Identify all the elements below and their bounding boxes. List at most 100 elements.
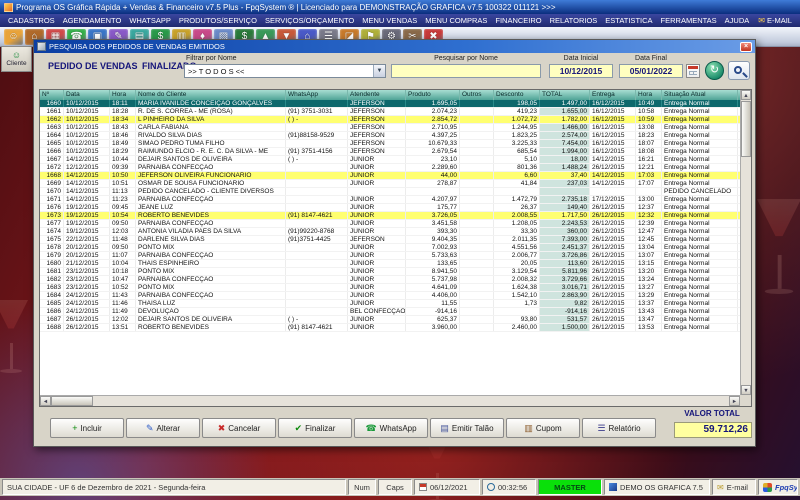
table-row[interactable]: 1682 23/12/2015 10:47 PARNAIBA CONFECÇÃO JUN…: [40, 276, 740, 284]
cell: 1669: [40, 180, 64, 187]
table-row[interactable]: 1665 10/12/2015 18:49 SIMÃO PEDRO TUMA FILH…: [40, 140, 740, 148]
menu-item-cadastros[interactable]: CADASTROS: [4, 16, 59, 25]
search-input[interactable]: [391, 64, 541, 78]
cell: Entrega Normal: [662, 156, 738, 163]
table-row[interactable]: 1688 26/12/2015 13:51 ROBERTO BENEVIDES (91)…: [40, 324, 740, 332]
cell: 10:47: [110, 276, 136, 283]
date-start-field[interactable]: [549, 64, 613, 78]
cell: 13:07: [636, 252, 662, 259]
cell: 2.008,32: [494, 276, 540, 283]
cell: 10:49: [636, 100, 662, 107]
date-end-field[interactable]: [619, 64, 683, 78]
status-email[interactable]: ✉ E-mail: [712, 479, 756, 495]
table-row[interactable]: 1673 19/12/2015 10:54 ROBERTO BENEVIDES (91)…: [40, 212, 740, 220]
scroll-up-icon[interactable]: ▲: [741, 90, 751, 100]
table-row[interactable]: 1681 23/12/2015 10:18 PONTO MIX JUNIOR 8.941,…: [40, 268, 740, 276]
cell: [590, 188, 636, 195]
table-row[interactable]: 1678 20/12/2015 09:50 PONTO MIX JUNIOR 7.002,…: [40, 244, 740, 252]
cell: JUNIOR: [348, 172, 406, 179]
table-row[interactable]: 1679 20/12/2015 11:07 PARNAIBA CONFECÇÃO JUN…: [40, 252, 740, 260]
alterar-button[interactable]: ✎ Alterar: [126, 418, 200, 438]
menu-item-servi-os-or-amento[interactable]: SERVIÇOS/ORÇAMENTO: [261, 16, 358, 25]
button-label: Emitir Talão: [451, 423, 494, 433]
cell: 2.008,55: [494, 212, 540, 219]
menu-item-estatistica[interactable]: ESTATISTICA: [601, 16, 656, 25]
cell: 12:02: [110, 316, 136, 323]
table-row[interactable]: 1676 19/12/2015 09:45 JEANE LUZ JUNIOR 175,77…: [40, 204, 740, 212]
chevron-down-icon[interactable]: ▼: [373, 65, 385, 77]
menu-item-menu-compras[interactable]: MENU COMPRAS: [421, 16, 491, 25]
table-row[interactable]: 1675 22/12/2015 11:48 DARLENE SILVA DIAS (91…: [40, 236, 740, 244]
vertical-scrollbar-thumb[interactable]: [741, 101, 751, 157]
table-row[interactable]: 1671 14/12/2015 11:23 PARNAIBA CONFECÇÃO JUN…: [40, 196, 740, 204]
incluir-button[interactable]: + Incluir: [50, 418, 124, 438]
table-row[interactable]: 1684 24/12/2015 11:43 PARNAIBA CONFECÇÃO JUN…: [40, 292, 740, 300]
table-row[interactable]: 1662 10/12/2015 18:34 L PINHEIRO DA SILVA( …: [40, 116, 740, 124]
cell: 13:37: [636, 300, 662, 307]
cell: 531,57: [540, 316, 590, 323]
cell: Entrega Normal: [662, 100, 738, 107]
table-row[interactable]: 1672 12/12/2015 09:39 PARNAIBA CONFECÇÃO JUN…: [40, 164, 740, 172]
cell: PONTO MIX: [136, 284, 286, 291]
vertical-scrollbar[interactable]: ▲ ▼: [740, 90, 751, 395]
cell: [286, 308, 348, 315]
menu-item-agendamento[interactable]: AGENDAMENTO: [59, 16, 126, 25]
clientes-icon[interactable]: ☺: [4, 28, 23, 45]
horizontal-scrollbar-thumb[interactable]: [51, 396, 93, 406]
menu-item-financeiro[interactable]: FINANCEIRO: [491, 16, 545, 25]
finalizar-button[interactable]: ✔ Finalizar: [278, 418, 352, 438]
whatsapp-button[interactable]: ☎ WhatsApp: [354, 418, 428, 438]
table-row[interactable]: 1683 23/12/2015 10:52 PONTO MIX JUNIOR 4.641,…: [40, 284, 740, 292]
table-row[interactable]: 1680 21/12/2015 10:04 THAIS ESPINHEIRO JUNIO…: [40, 260, 740, 268]
table-row[interactable]: 1668 14/12/2015 10:50 JEFERSON OLIVEIRA FUN…: [40, 172, 740, 180]
table-row[interactable]: 1686 24/12/2015 11:49 DEVOLUÇÃO BEL CONFECÇÃ…: [40, 308, 740, 316]
menu-item-email[interactable]: ✉ E-MAIL: [753, 16, 797, 25]
cell: 18:07: [636, 140, 662, 147]
table-row[interactable]: 1677 19/12/2015 09:50 PARNAIBA CONFECÇÃO JUN…: [40, 220, 740, 228]
sidebar-item-cliente[interactable]: ☺ Cliente: [1, 46, 32, 72]
relatorio-button[interactable]: ☰ Relatório: [582, 418, 656, 438]
cupom-button[interactable]: ▥ Cupom: [506, 418, 580, 438]
table-row[interactable]: 1669 14/12/2015 10:51 OSMAR DE SOUSA FUNCIO…: [40, 180, 740, 188]
cell: 26/12/2015: [590, 244, 636, 251]
cell: 1665: [40, 140, 64, 147]
refresh-button[interactable]: ↻: [705, 61, 724, 80]
filter-dropdown[interactable]: >> T O D O S << ▼: [184, 64, 386, 78]
scroll-down-icon[interactable]: ▼: [741, 385, 751, 395]
status-num-lock: Num: [348, 479, 376, 495]
scroll-left-icon[interactable]: ◄: [40, 396, 51, 406]
cell: Entrega Normal: [662, 316, 738, 323]
search-button[interactable]: [728, 61, 750, 80]
menu-item-menu-vendas[interactable]: MENU VENDAS: [358, 16, 421, 25]
cell: Entrega Normal: [662, 108, 738, 115]
table-row[interactable]: 1685 24/12/2015 11:46 THAISA LUZ JUNIOR 11,55…: [40, 300, 740, 308]
horizontal-scrollbar[interactable]: ◄ ►: [40, 395, 740, 406]
cell: 17/12/2015: [590, 196, 636, 203]
table-row[interactable]: 1674 19/12/2015 12:03 ANTONIA VILADIA PAES …: [40, 228, 740, 236]
menu-item-whatsapp[interactable]: WHATSAPP: [125, 16, 175, 25]
table-row[interactable]: 1666 10/12/2015 18:29 RAIMUNDO ELCIO - R. E…: [40, 148, 740, 156]
menu-item-relatorios[interactable]: RELATORIOS: [546, 16, 602, 25]
cell: 26/12/2015: [590, 164, 636, 171]
menu-item-ajuda[interactable]: AJUDA: [721, 16, 754, 25]
scroll-right-icon[interactable]: ►: [729, 396, 740, 406]
cell: PONTO MIX: [136, 244, 286, 251]
calendar-button[interactable]: [686, 64, 700, 78]
table-row[interactable]: 1663 10/12/2015 18:43 CARLA FABIANA JEFERSON…: [40, 124, 740, 132]
table-row[interactable]: 1664 10/12/2015 18:46 RIVALDO SILVA DIAS (91…: [40, 132, 740, 140]
cell: 10:54: [110, 212, 136, 219]
table-row[interactable]: 1670 14/12/2015 11:13 PEDIDO CANCELADO - CL…: [40, 188, 740, 196]
menu-item-produtos-servi-o[interactable]: PRODUTOS/SERVIÇO: [175, 16, 261, 25]
cancelar-button[interactable]: ✖ Cancelar: [202, 418, 276, 438]
table-row[interactable]: 1667 14/12/2015 10:44 DEJAIR SANTOS DE OLIV…: [40, 156, 740, 164]
table-row[interactable]: 1687 26/12/2015 12:02 DEJAIR SANTOS DE OLIV…: [40, 316, 740, 324]
cell: 5.733,63: [406, 252, 460, 259]
cell: 2.243,53: [540, 220, 590, 227]
menu-item-ferramentas[interactable]: FERRAMENTAS: [657, 16, 721, 25]
table-row[interactable]: 1660 10/12/2015 18:11 MARIA IVANILDE CONCEI…: [40, 100, 740, 108]
cell: Entrega Normal: [662, 196, 738, 203]
emitir-talao-button[interactable]: ▤ Emitir Talão: [430, 418, 504, 438]
cell: Entrega Normal: [662, 180, 738, 187]
close-icon[interactable]: ×: [740, 41, 752, 52]
table-row[interactable]: 1661 10/12/2015 18:28 R. DE S. CORREA - ME …: [40, 108, 740, 116]
